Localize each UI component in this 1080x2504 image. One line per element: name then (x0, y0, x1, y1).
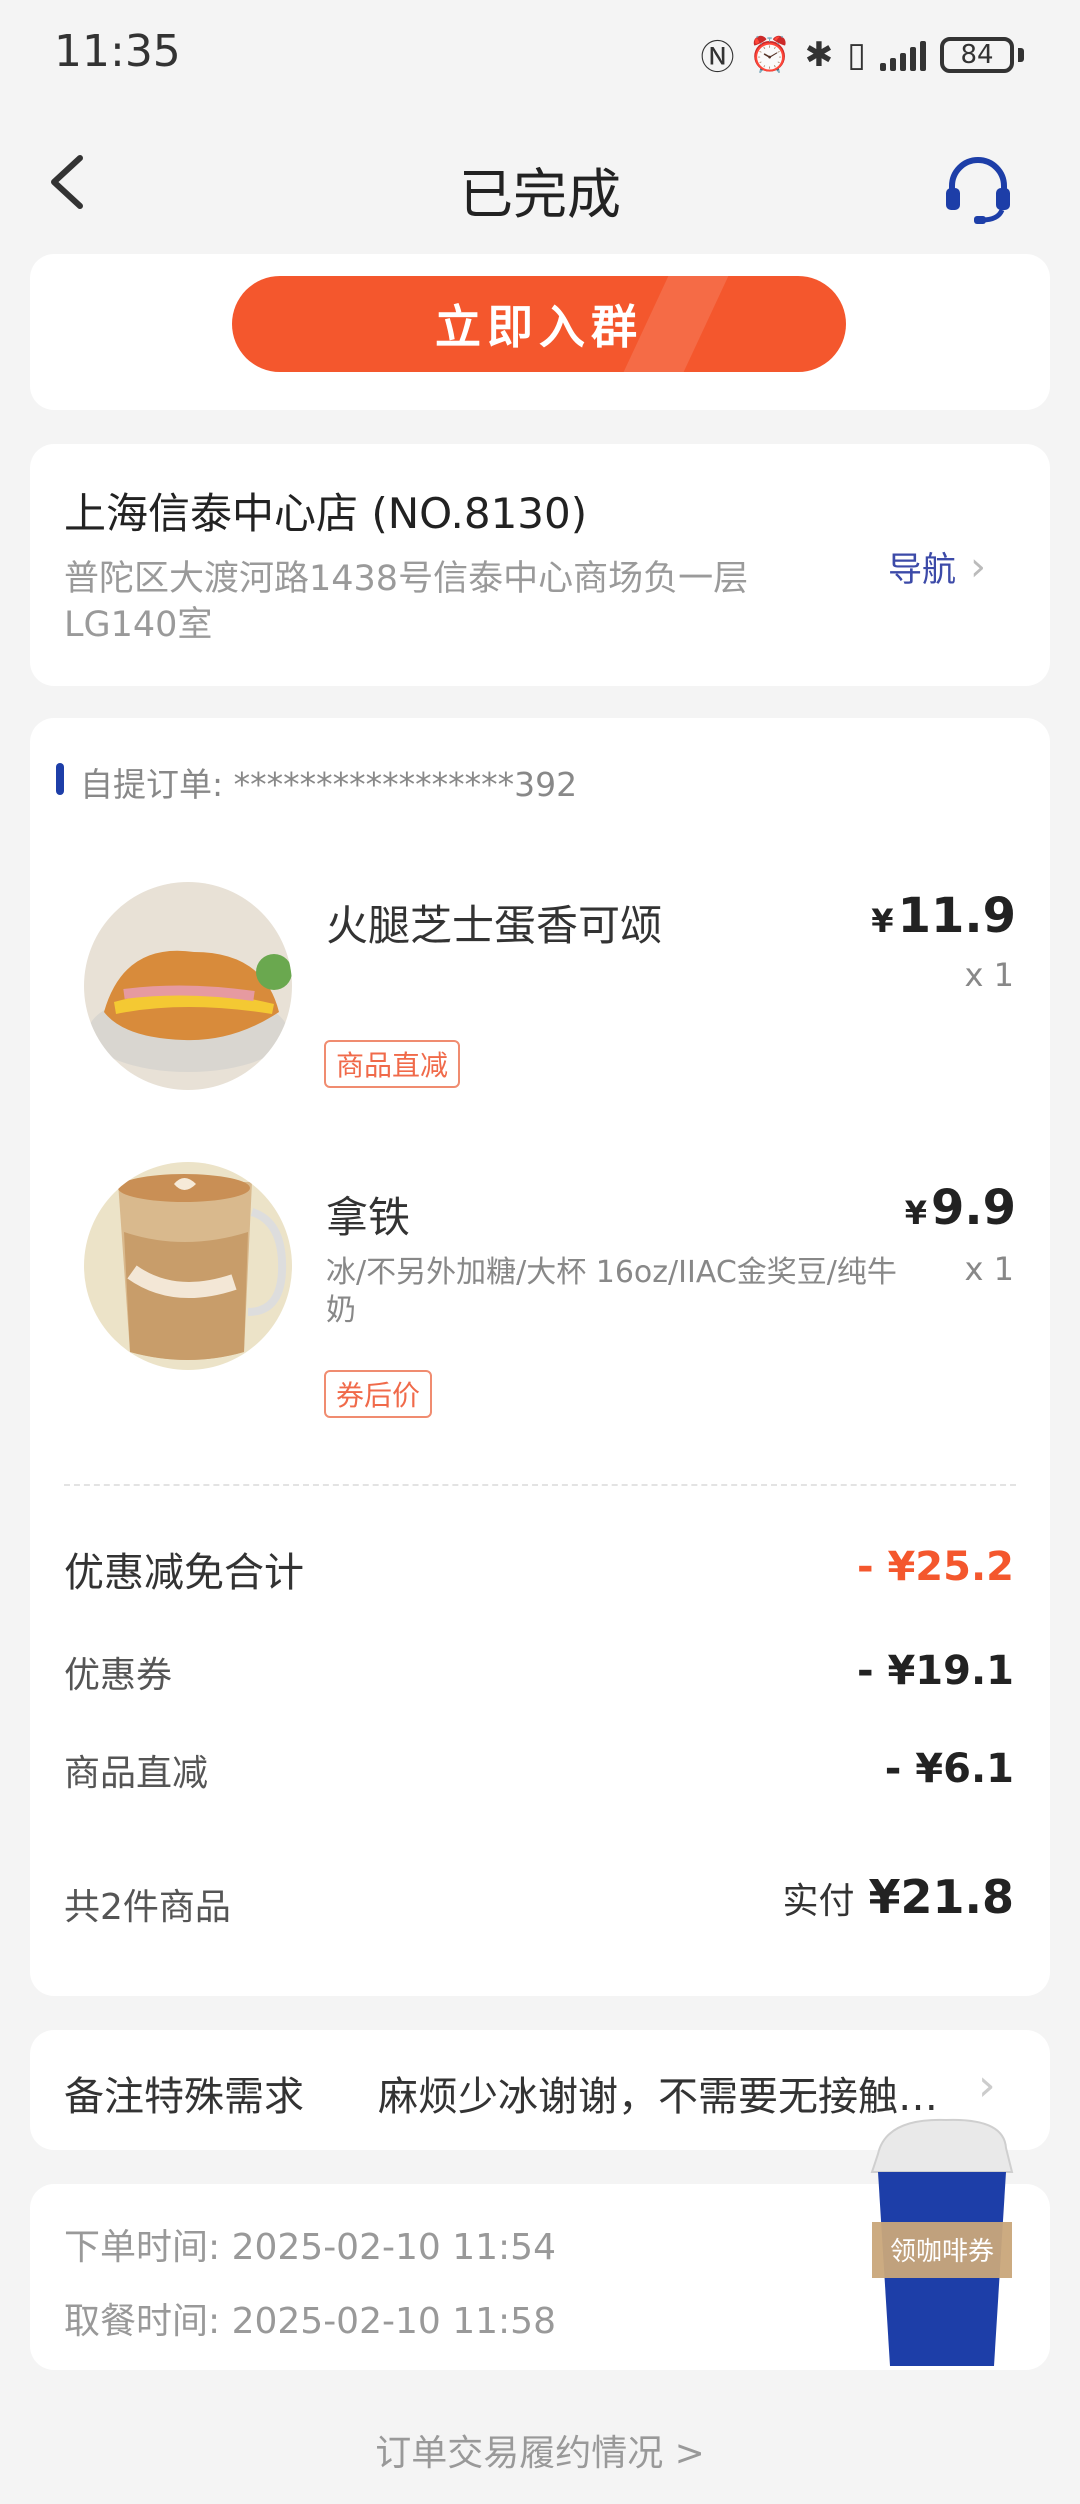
direct-discount-value: - ¥6.1 (884, 1746, 1014, 1792)
direct-discount-label: 商品直减 (64, 1753, 209, 1794)
paid-amount: 实付 ¥21.8 (782, 1870, 1014, 1924)
order-number: 自提订单: *****************392 (80, 765, 578, 804)
paid-label: 实付 (782, 1881, 855, 1922)
store-address: 普陀区大渡河路1438号信泰中心商场负一层LG140室 (64, 559, 749, 645)
remark-label: 备注特殊需求 (64, 2074, 304, 2120)
store-name: 上海信泰中心店 (NO.8130) (64, 489, 588, 538)
item-price: ¥9.9 (904, 1180, 1016, 1236)
chevron-right-icon: › (978, 2060, 996, 2111)
item-tag: 商品直减 (324, 1040, 461, 1088)
navigation-label: 导航 (888, 550, 956, 590)
divider (64, 1484, 1016, 1486)
coffee-coupon-icon[interactable]: 领咖啡券 (866, 2110, 1016, 2370)
item-price: ¥11.9 (871, 888, 1016, 944)
page-title: 已完成 (459, 163, 621, 226)
item-quantity: x 1 (964, 956, 1014, 994)
battery-icon: 84 (940, 36, 1014, 73)
coupon-label: 优惠券 (64, 1655, 173, 1696)
croissant-image (84, 882, 292, 1090)
paid-value: ¥21.8 (868, 1870, 1014, 1924)
item-name: 火腿芝士蛋香可颂 (326, 901, 663, 950)
pickup-time: 取餐时间: 2025-02-10 11:58 (64, 2301, 556, 2342)
discount-total-value: - ¥25.2 (856, 1544, 1014, 1590)
latte-image (84, 1162, 292, 1370)
nfc-icon: Ⓝ (700, 38, 735, 78)
item-count: 共2件商品 (64, 1887, 231, 1928)
vibrate-icon: ▯ (847, 34, 866, 75)
discount-total-label: 优惠减免合计 (64, 1550, 304, 1596)
coupon-value: - ¥19.1 (856, 1648, 1014, 1694)
order-fulfillment-link[interactable]: 订单交易履约情况 > (0, 2424, 1080, 2476)
item-tag: 券后价 (324, 1370, 433, 1418)
order-accent-bar (56, 763, 64, 795)
item-spec: 冰/不另外加糖/大杯 16oz/IIAC金奖豆/纯牛奶 (326, 1255, 897, 1328)
chevron-right-icon: › (970, 543, 986, 590)
status-time: 11:35 (54, 26, 181, 77)
bluetooth-icon: ✱ (804, 34, 834, 75)
customer-service-icon[interactable] (938, 148, 1018, 228)
join-group-button[interactable]: 立即入群 (232, 276, 846, 372)
signal-icon (880, 39, 926, 71)
order-time: 下单时间: 2025-02-10 11:54 (64, 2227, 556, 2268)
coffee-coupon-label: 领咖啡券 (890, 2237, 994, 2267)
status-icons: Ⓝ ⏰ ✱ ▯ 84 (700, 30, 1024, 79)
alarm-icon: ⏰ (748, 34, 791, 75)
item-name: 拿铁 (326, 1193, 411, 1242)
item-quantity: x 1 (964, 1250, 1014, 1288)
navigation-link[interactable]: 导航 › (888, 542, 986, 591)
